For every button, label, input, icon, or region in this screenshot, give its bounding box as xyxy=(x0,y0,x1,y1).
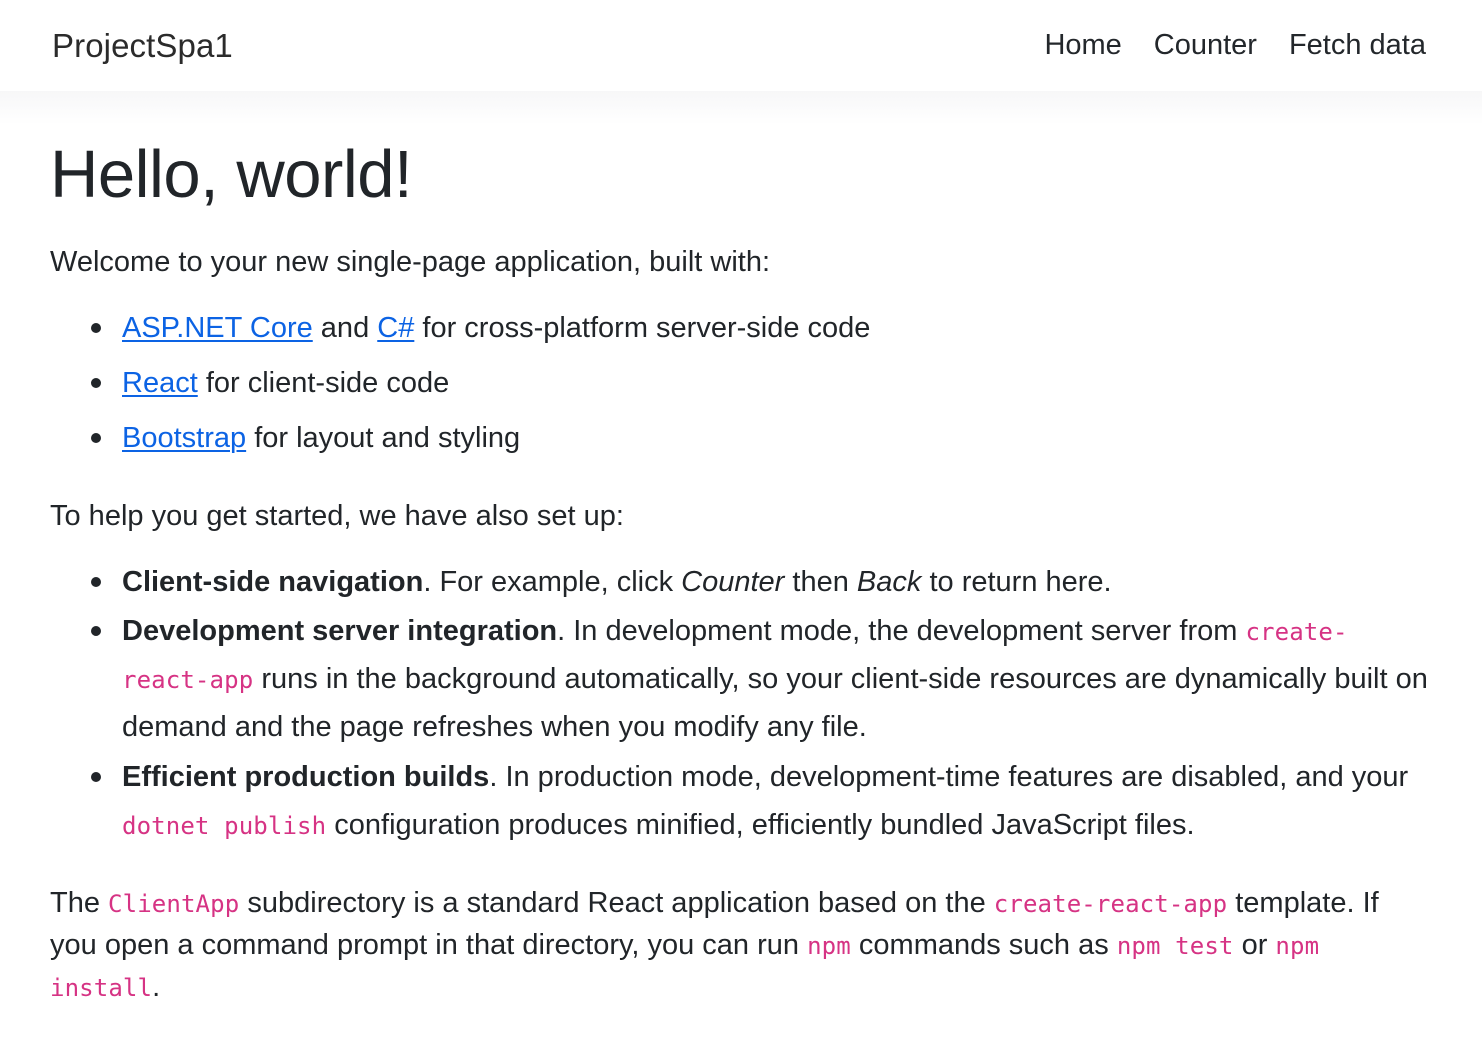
main-content: Hello, world! Welcome to your new single… xyxy=(0,141,1482,1008)
feature-0-em1: Counter xyxy=(681,565,785,598)
link-aspnet-core[interactable]: ASP.NET Core xyxy=(122,312,313,344)
feature-2-part1: . In production mode, development-time f… xyxy=(489,761,1409,793)
intro-paragraph: Welcome to your new single-page applicat… xyxy=(50,246,771,278)
closing-p5: or xyxy=(1233,928,1276,961)
tech-item-1-tail: for client-side code xyxy=(197,366,450,399)
feature-1-part2: runs in the background automatically, so… xyxy=(122,663,1428,744)
code-dotnet-publish: dotnet publish xyxy=(122,811,327,840)
link-bootstrap[interactable]: Bootstrap xyxy=(122,422,246,454)
code-npm: npm xyxy=(807,931,851,960)
features-list: Client-side navigation. For example, cli… xyxy=(50,559,1432,850)
closing-p1: The xyxy=(50,886,109,919)
closing-p2: subdirectory is a standard React applica… xyxy=(239,886,994,919)
feature-1-title: Development server integration xyxy=(122,615,558,648)
link-react[interactable]: React xyxy=(122,367,198,399)
nav-link-fetch-data[interactable]: Fetch data xyxy=(1289,31,1426,60)
nav-link-counter[interactable]: Counter xyxy=(1154,31,1257,60)
feature-0-em2: Back xyxy=(856,565,922,598)
code-create-react-app-2: create-react-app xyxy=(993,889,1228,918)
code-clientapp: ClientApp xyxy=(108,889,240,918)
list-item: ASP.NET Core and C# for cross-platform s… xyxy=(91,305,1432,353)
tech-item-0-tail: for cross-platform server-side code xyxy=(414,312,871,345)
feature-1-part1: . In development mode, the development s… xyxy=(557,615,1246,648)
list-item: Client-side navigation. For example, cli… xyxy=(91,559,1432,607)
feature-0-part1: . For example, click xyxy=(423,565,682,598)
feature-0-part2: then xyxy=(784,565,857,598)
feature-2-part2: configuration produces minified, efficie… xyxy=(326,808,1195,841)
feature-0-part3: to return here. xyxy=(921,565,1112,598)
tech-item-0-mid: and xyxy=(312,312,378,345)
code-npm-test: npm test xyxy=(1116,931,1234,960)
feature-0-title: Client-side navigation xyxy=(122,565,424,598)
setup-intro-paragraph: To help you get started, we have also se… xyxy=(50,499,624,532)
primary-navigation: Home Counter Fetch data xyxy=(1044,31,1426,60)
technology-list: ASP.NET Core and C# for cross-platform s… xyxy=(50,305,1432,463)
tech-item-2-tail: for layout and styling xyxy=(246,421,521,454)
top-navbar: ProjectSpa1 Home Counter Fetch data xyxy=(0,0,1482,125)
closing-paragraph: The ClientApp subdirectory is a standard… xyxy=(50,882,1432,1008)
list-item: Development server integration. In devel… xyxy=(91,608,1432,752)
list-item: React for client-side code xyxy=(91,360,1432,408)
navbar-brand[interactable]: ProjectSpa1 xyxy=(52,29,233,62)
page-title: Hello, world! xyxy=(50,137,413,212)
link-csharp[interactable]: C# xyxy=(377,312,414,344)
closing-p6: . xyxy=(152,970,161,1003)
list-item: Bootstrap for layout and styling xyxy=(91,415,1432,463)
list-item: Efficient production builds. In producti… xyxy=(91,754,1432,850)
feature-2-title: Efficient production builds xyxy=(122,761,490,793)
closing-p4: commands such as xyxy=(850,928,1117,961)
nav-link-home[interactable]: Home xyxy=(1044,31,1121,60)
